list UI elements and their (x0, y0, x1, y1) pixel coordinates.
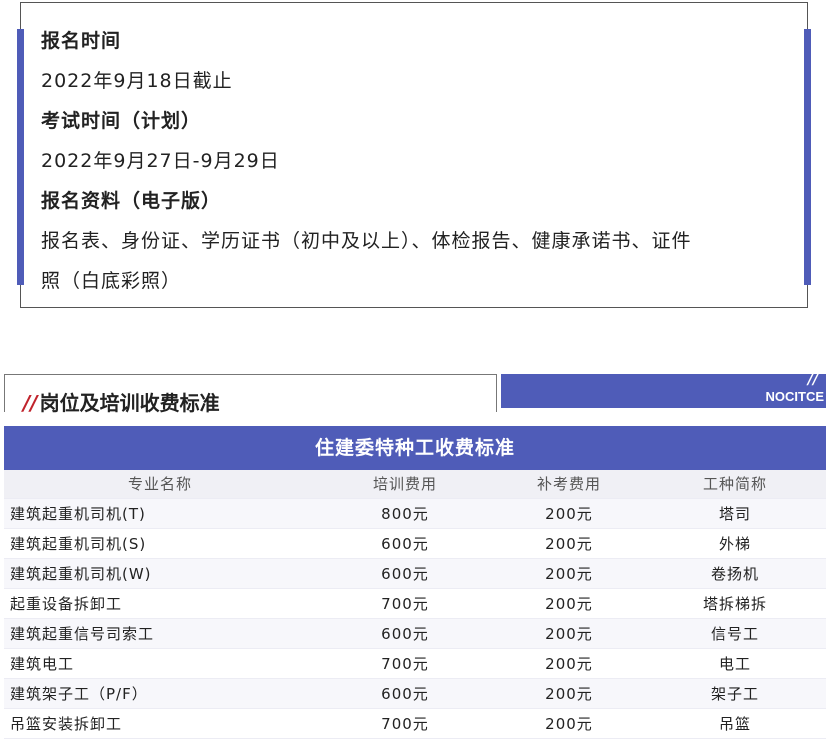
cell-short-name: 外梯 (718, 535, 751, 553)
cell-training-fee: 600元 (381, 565, 429, 583)
section-title-text: 岗位及培训收费标准 (39, 391, 220, 415)
exam-dates: 2022年9月27日-9月29日 (41, 150, 280, 172)
cell-retake-fee: 200元 (545, 505, 593, 523)
cell-retake-fee: 200元 (545, 595, 593, 613)
table-body: 建筑起重机司机(T) 800元 200元 塔司 建筑起重机司机(S) 600元 … (4, 499, 826, 739)
cell-training-fee: 700元 (381, 595, 429, 613)
header-retake-fee: 补考费用 (536, 475, 601, 493)
materials-list-line-1: 报名表、身份证、学历证书（初中及以上）、体检报告、健康承诺书、证件 (41, 230, 692, 252)
cell-retake-fee: 200元 (545, 685, 593, 703)
cell-retake-fee: 200元 (545, 535, 593, 553)
cell-retake-fee: 200元 (545, 565, 593, 583)
materials-list-line-2: 照（白底彩照） (41, 270, 182, 292)
cell-short-name: 电工 (718, 655, 751, 673)
cell-training-fee: 700元 (381, 655, 429, 673)
table-row: 建筑起重机司机(W) 600元 200元 卷扬机 (4, 559, 826, 589)
cell-name: 建筑起重机司机(W) (10, 565, 152, 583)
cell-name: 建筑起重机司机(T) (10, 505, 146, 523)
brand-strip: // NOCITCE (501, 372, 826, 408)
cell-name: 吊篮安装拆卸工 (10, 715, 123, 733)
cell-name: 建筑起重机司机(S) (10, 535, 147, 553)
table-row: 起重设备拆卸工 700元 200元 塔拆梯拆 (4, 589, 826, 619)
section-slash-decoration: // (23, 391, 38, 415)
brand-slash-decoration: // (807, 372, 818, 388)
right-accent-bar (804, 29, 811, 285)
cell-short-name: 卷扬机 (710, 565, 759, 583)
table-row: 建筑起重信号司索工 600元 200元 信号工 (4, 619, 826, 649)
registration-time-heading: 报名时间 (41, 30, 122, 52)
cell-training-fee: 600元 (381, 625, 429, 643)
table-title: 住建委特种工收费标准 (4, 426, 826, 470)
cell-name: 建筑起重信号司索工 (10, 625, 155, 643)
cell-name: 起重设备拆卸工 (10, 595, 123, 613)
left-accent-bar (17, 29, 24, 285)
cell-training-fee: 700元 (381, 715, 429, 733)
section-header: //岗位及培训收费标准 (4, 374, 497, 415)
cell-retake-fee: 200元 (545, 715, 593, 733)
table-row: 建筑架子工（P/F） 600元 200元 架子工 (4, 679, 826, 709)
cell-training-fee: 600元 (381, 685, 429, 703)
table-row: 建筑起重机司机(T) 800元 200元 塔司 (4, 499, 826, 529)
cell-short-name: 塔司 (718, 505, 751, 523)
cell-short-name: 吊篮 (718, 715, 751, 733)
cell-training-fee: 600元 (381, 535, 429, 553)
cell-training-fee: 800元 (381, 505, 429, 523)
table-row: 建筑起重机司机(S) 600元 200元 外梯 (4, 529, 826, 559)
materials-heading: 报名资料（电子版） (41, 190, 222, 212)
cell-short-name: 架子工 (710, 685, 759, 703)
cell-retake-fee: 200元 (545, 655, 593, 673)
exam-time-heading: 考试时间（计划） (41, 110, 202, 132)
cell-name: 建筑电工 (10, 655, 75, 673)
header-short-name: 工种简称 (702, 475, 767, 493)
registration-deadline: 2022年9月18日截止 (41, 70, 233, 92)
registration-info-box: 报名时间 2022年9月18日截止 考试时间（计划） 2022年9月27日-9月… (17, 2, 811, 308)
table-header-row: 专业名称 培训费用 补考费用 工种简称 (4, 470, 826, 499)
fee-table: 住建委特种工收费标准 专业名称 培训费用 补考费用 工种简称 建筑起重机司机(T… (4, 426, 826, 739)
info-lines: 报名时间 2022年9月18日截止 考试时间（计划） 2022年9月27日-9月… (41, 21, 787, 301)
cell-retake-fee: 200元 (545, 625, 593, 643)
table-row: 吊篮安装拆卸工 700元 200元 吊篮 (4, 709, 826, 739)
brand-text: NOCITCE (765, 389, 825, 404)
cell-short-name: 塔拆梯拆 (702, 595, 767, 613)
header-name: 专业名称 (127, 475, 192, 493)
cell-name: 建筑架子工（P/F） (10, 685, 148, 703)
table-row: 建筑电工 700元 200元 电工 (4, 649, 826, 679)
section-title: //岗位及培训收费标准 (23, 387, 220, 416)
header-training-fee: 培训费用 (372, 475, 437, 493)
cell-short-name: 信号工 (710, 625, 759, 643)
